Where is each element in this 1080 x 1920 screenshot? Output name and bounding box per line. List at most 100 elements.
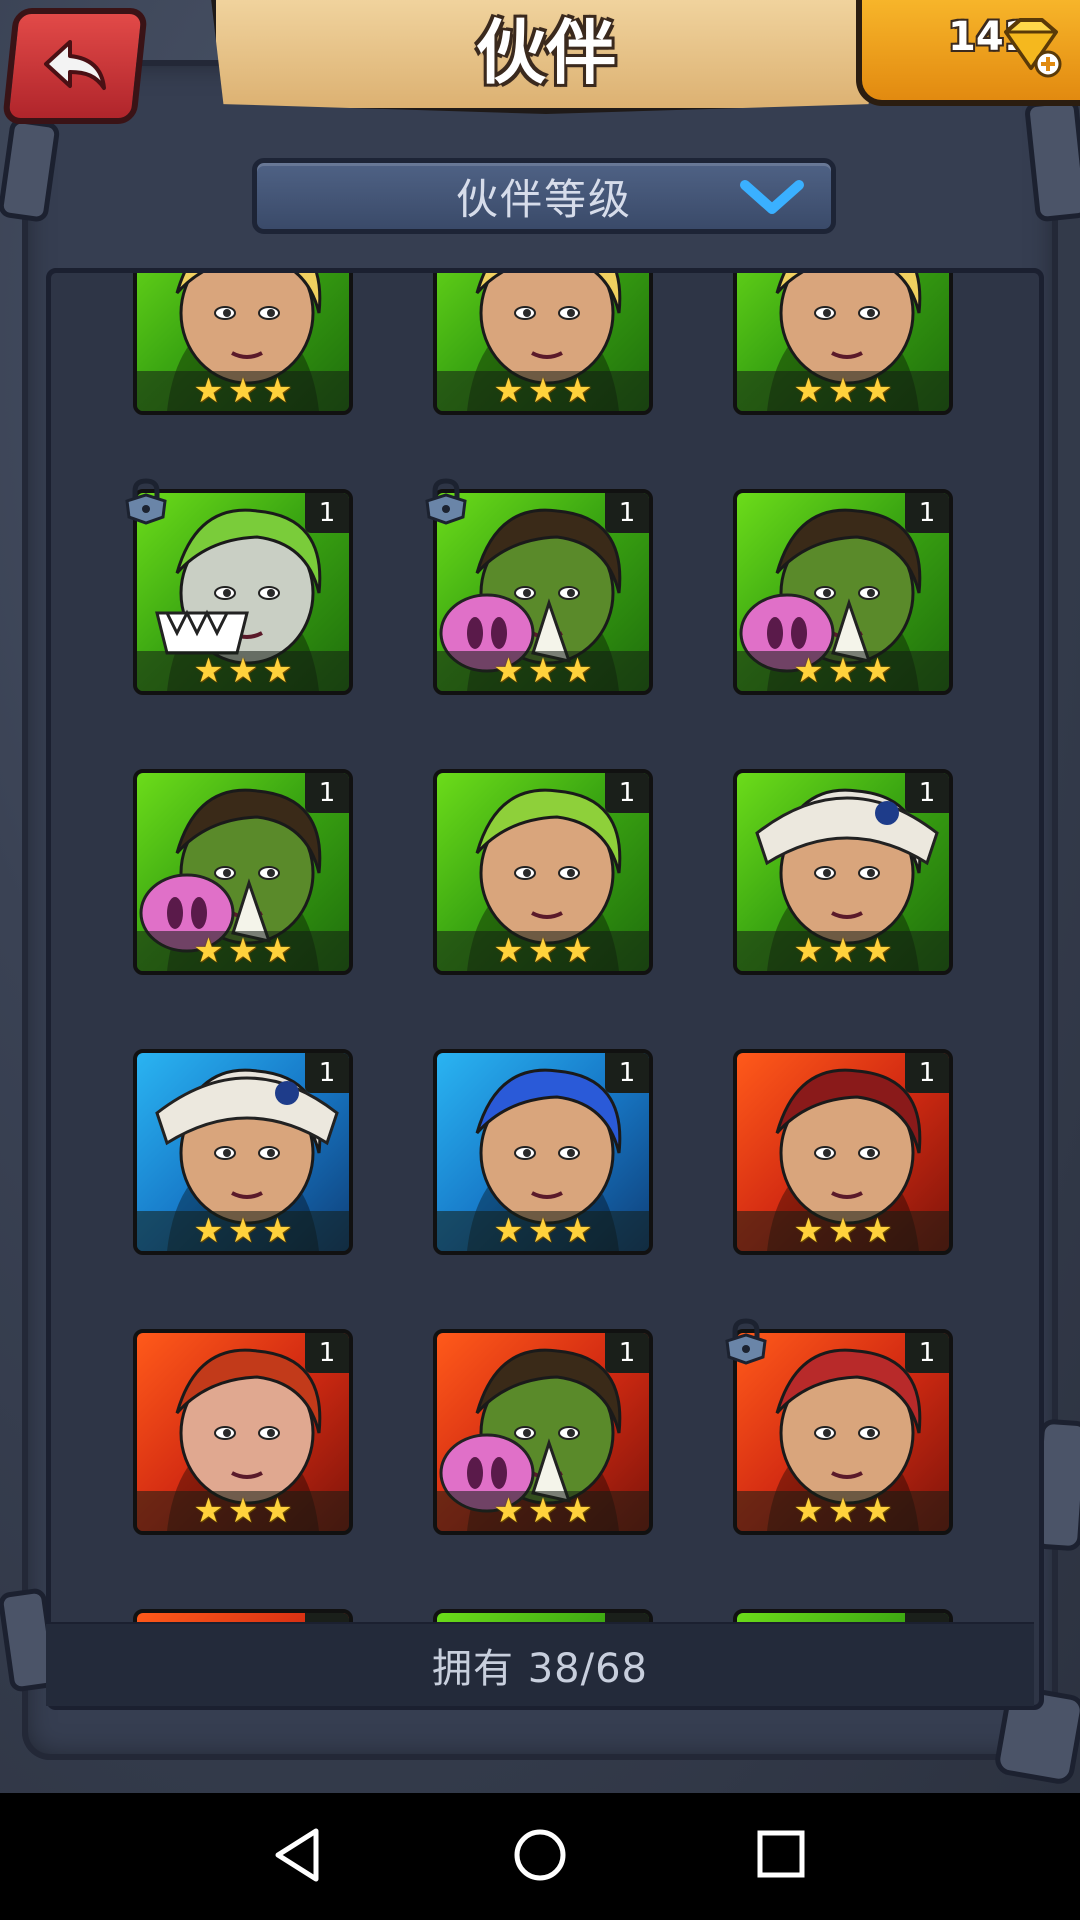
star-icon: ★ [493, 1491, 524, 1531]
level-badge: 1 [605, 493, 649, 533]
star-rating: ★ ★ ★ [137, 1491, 349, 1531]
star-rating: ★ ★ ★ [437, 1211, 649, 1251]
star-rating: ★ ★ ★ [437, 371, 649, 411]
companion-card[interactable]: 1★★★ [133, 1329, 353, 1535]
star-icon: ★ [227, 931, 259, 971]
star-icon: ★ [862, 1211, 893, 1251]
star-icon: ★ [262, 1211, 293, 1251]
star-icon: ★ [793, 1491, 824, 1531]
level-badge: 1 [305, 773, 349, 813]
star-rating: ★ ★ ★ [737, 651, 949, 691]
star-icon: ★ [227, 1491, 259, 1531]
star-icon: ★ [193, 1211, 224, 1251]
companion-card[interactable]: 1★★★ [733, 1049, 953, 1255]
star-icon: ★ [262, 931, 293, 971]
gem-plus-icon[interactable] [998, 16, 1064, 78]
star-icon: ★ [827, 931, 859, 971]
level-badge: 1 [605, 773, 649, 813]
star-icon: ★ [493, 931, 524, 971]
lock-icon [125, 478, 167, 525]
star-rating: ★ ★ ★ [737, 1211, 949, 1251]
companion-card[interactable]: 1★★★ [433, 769, 653, 975]
companion-card[interactable]: 1★★★ [133, 769, 353, 975]
companion-grid[interactable]: ★ ★ ★ ★ ★ ★ ★ ★ ★ 1 ★ ★ ★ 1 ★ ★ ★ 1 ★ ★ ★ 1 ★ ★ ★ 1 ★ ★ ★ 1 ★ ★ ★ 1 ★ ★ ★ 1 ★ ★… [46, 268, 1044, 1710]
companion-card[interactable]: 1★★★ [733, 769, 953, 975]
star-icon: ★ [227, 371, 259, 411]
star-icon: ★ [493, 371, 524, 411]
level-badge: 1 [905, 773, 949, 813]
level-badge: 1 [605, 1053, 649, 1093]
lock-icon [425, 478, 467, 525]
star-icon: ★ [227, 651, 259, 691]
companion-card[interactable]: ★ ★ ★ [133, 273, 353, 415]
star-rating: ★ ★ ★ [737, 371, 949, 411]
star-icon: ★ [562, 651, 593, 691]
star-icon: ★ [827, 651, 859, 691]
star-icon: ★ [262, 1491, 293, 1531]
star-icon: ★ [562, 1211, 593, 1251]
lock-icon [725, 1318, 767, 1365]
star-icon: ★ [562, 931, 593, 971]
star-rating: ★ ★ ★ [737, 1491, 949, 1531]
star-rating: ★ ★ ★ [737, 931, 949, 971]
star-icon: ★ [862, 1491, 893, 1531]
star-icon: ★ [527, 371, 559, 411]
nav-recents-icon[interactable] [756, 1825, 806, 1885]
owned-count-bar: 拥有 38/68 [46, 1622, 1034, 1706]
star-icon: ★ [862, 371, 893, 411]
sort-dropdown[interactable]: 伙伴等级 [252, 158, 836, 234]
star-rating: ★ ★ ★ [437, 651, 649, 691]
level-badge: 1 [605, 1333, 649, 1373]
nav-back-icon[interactable] [272, 1825, 322, 1885]
companion-card[interactable]: ★ ★ ★ [733, 273, 953, 415]
star-icon: ★ [193, 931, 224, 971]
star-icon: ★ [493, 1211, 524, 1251]
star-icon: ★ [493, 651, 524, 691]
owned-count: 拥有 38/68 [432, 1646, 648, 1692]
level-badge: 1 [905, 1053, 949, 1093]
star-rating: ★ ★ ★ [437, 1491, 649, 1531]
back-arrow-icon [44, 40, 106, 90]
star-icon: ★ [793, 371, 824, 411]
star-icon: ★ [193, 1491, 224, 1531]
star-icon: ★ [527, 931, 559, 971]
companion-card[interactable]: ★ ★ ★ [433, 273, 653, 415]
back-button[interactable] [1, 8, 149, 124]
level-badge: 1 [305, 1333, 349, 1373]
nav-home-icon[interactable] [512, 1825, 568, 1885]
companion-card[interactable]: 1★★★ [133, 1049, 353, 1255]
star-icon: ★ [527, 1491, 559, 1531]
star-icon: ★ [862, 931, 893, 971]
star-icon: ★ [262, 651, 293, 691]
companion-card[interactable]: 1★★★ [733, 489, 953, 695]
star-rating: ★ ★ ★ [137, 931, 349, 971]
chevron-down-icon [740, 180, 804, 214]
companion-card[interactable]: 1★★★ [433, 1329, 653, 1535]
star-icon: ★ [562, 371, 593, 411]
star-icon: ★ [862, 651, 893, 691]
star-icon: ★ [262, 371, 293, 411]
title-banner: 伙伴 [210, 0, 882, 114]
star-icon: ★ [193, 371, 224, 411]
star-rating: ★ ★ ★ [137, 371, 349, 411]
sort-dropdown-label: 伙伴等级 [455, 174, 632, 224]
star-rating: ★ ★ ★ [437, 931, 649, 971]
level-badge: 1 [305, 1053, 349, 1093]
star-icon: ★ [562, 1491, 593, 1531]
star-icon: ★ [793, 931, 824, 971]
star-icon: ★ [827, 371, 859, 411]
star-rating: ★ ★ ★ [137, 1211, 349, 1251]
star-icon: ★ [527, 1211, 559, 1251]
star-icon: ★ [793, 651, 824, 691]
page-title: 伙伴 [476, 11, 616, 94]
companion-card[interactable]: 1★★★ [433, 1049, 653, 1255]
star-icon: ★ [827, 1211, 859, 1251]
level-badge: 1 [305, 493, 349, 533]
level-badge: 1 [905, 1333, 949, 1373]
system-nav-bar [0, 1793, 1080, 1920]
level-badge: 1 [905, 493, 949, 533]
star-icon: ★ [193, 651, 224, 691]
star-icon: ★ [227, 1211, 259, 1251]
star-icon: ★ [793, 1211, 824, 1251]
star-rating: ★ ★ ★ [137, 651, 349, 691]
